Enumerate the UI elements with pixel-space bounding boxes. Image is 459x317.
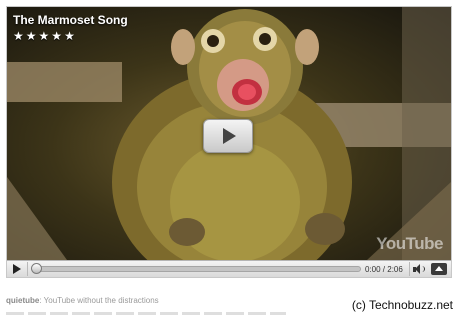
- seek-handle[interactable]: [31, 263, 42, 274]
- duration: 2:06: [387, 265, 403, 274]
- divider: [27, 262, 28, 276]
- control-bar: 0:00 / 2:06: [7, 260, 451, 277]
- volume-icon-cone: [415, 264, 420, 274]
- time-separator: /: [380, 265, 388, 274]
- video-frame[interactable]: The Marmoset Song ★ ★ ★ ★ ★ YouTube: [7, 7, 451, 260]
- play-button[interactable]: [11, 264, 23, 274]
- big-play-button[interactable]: [203, 119, 253, 153]
- video-title[interactable]: The Marmoset Song: [13, 13, 128, 27]
- star-icon[interactable]: ★: [51, 29, 62, 43]
- current-time: 0:00: [365, 265, 381, 274]
- expand-icon: [435, 266, 443, 271]
- youtube-watermark[interactable]: YouTube: [376, 234, 443, 254]
- star-icon[interactable]: ★: [64, 29, 75, 43]
- expand-button[interactable]: [431, 263, 447, 275]
- brand-name[interactable]: quietube: [6, 296, 39, 305]
- rating-stars: ★ ★ ★ ★ ★: [13, 29, 75, 43]
- seek-bar[interactable]: [31, 263, 361, 274]
- volume-icon-wave: [421, 266, 425, 272]
- copyright-text: (c) Technobuzz.net: [351, 298, 453, 312]
- divider: [409, 262, 410, 276]
- faded-text-line: [6, 312, 286, 315]
- tagline-text: : YouTube without the distractions: [39, 296, 159, 305]
- time-display: 0:00 / 2:06: [365, 264, 409, 275]
- video-player: The Marmoset Song ★ ★ ★ ★ ★ YouTube 0:00 / 2…: [6, 6, 452, 278]
- play-icon: [223, 128, 236, 144]
- tagline: quietube: YouTube without the distractio…: [6, 296, 159, 305]
- volume-button[interactable]: [413, 264, 427, 275]
- star-icon[interactable]: ★: [13, 29, 24, 43]
- play-icon: [13, 264, 21, 274]
- star-icon[interactable]: ★: [39, 29, 50, 43]
- page: The Marmoset Song ★ ★ ★ ★ ★ YouTube 0:00 / 2…: [0, 0, 459, 317]
- star-icon[interactable]: ★: [26, 29, 37, 43]
